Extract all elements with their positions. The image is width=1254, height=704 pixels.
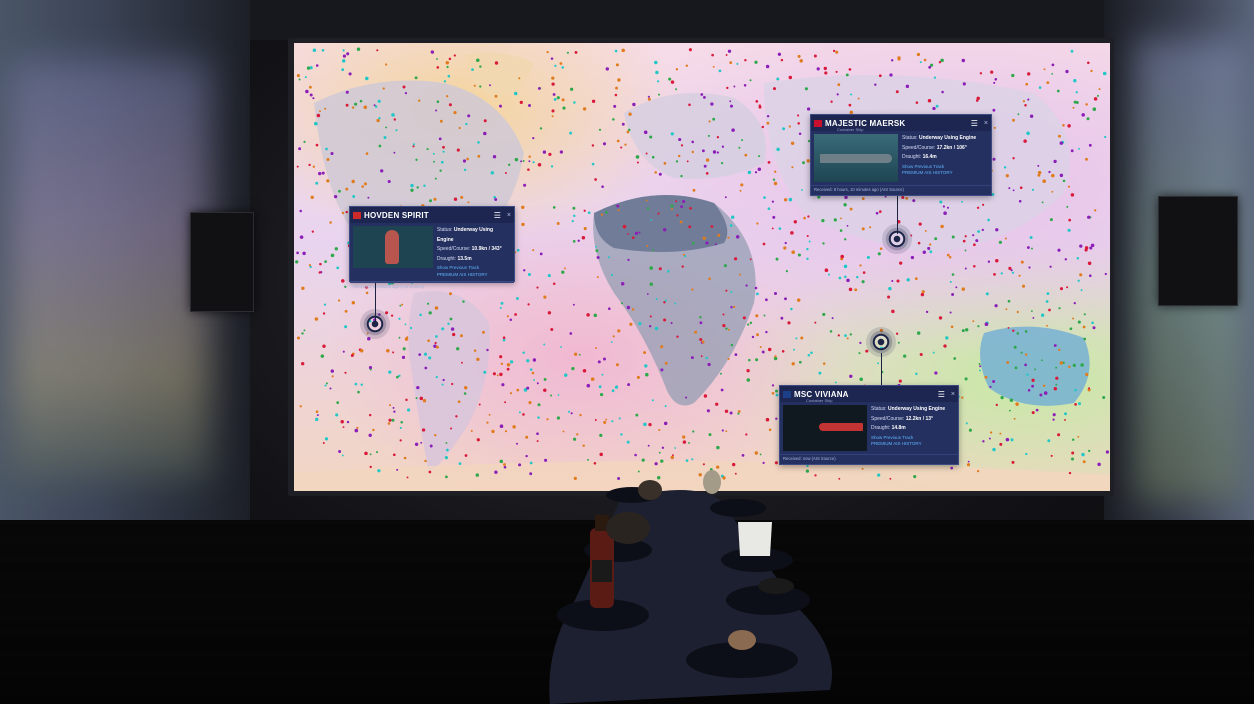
object-on-pad bbox=[758, 578, 794, 594]
bottle-label bbox=[592, 560, 612, 582]
table-pad bbox=[710, 499, 766, 517]
coffee-mug bbox=[738, 522, 772, 556]
figurine bbox=[638, 480, 662, 500]
room-scene: HOVDEN SPIRIT ☰ × Status: Underway Using… bbox=[0, 0, 1254, 704]
object-on-pad bbox=[728, 630, 756, 650]
conference-table bbox=[549, 470, 832, 704]
helmet-object bbox=[606, 512, 650, 544]
figurine bbox=[703, 470, 721, 494]
